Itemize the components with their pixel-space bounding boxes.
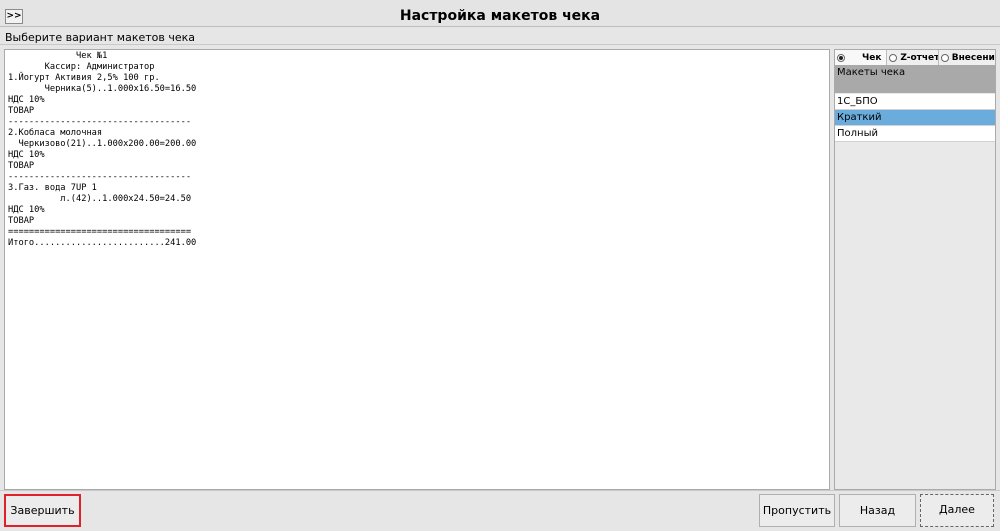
layout-list: 1С_БПО Краткий Полный [835, 94, 995, 142]
receipt-line: ТОВАР [8, 106, 35, 116]
list-item-short[interactable]: Краткий [835, 110, 995, 126]
radio-unchecked-icon [940, 53, 949, 62]
receipt-line: ТОВАР [8, 161, 35, 171]
list-item-1c-bpo[interactable]: 1С_БПО [835, 94, 995, 110]
radio-label: Чек [862, 52, 882, 63]
back-button[interactable]: Назад [839, 494, 916, 527]
receipt-line: НДС 10% [8, 95, 45, 105]
receipt-line: л.(42)..1.000x24.50=24.50 [8, 194, 192, 204]
radio-deposit[interactable]: Внесение [938, 50, 995, 65]
receipt-line: ----------------------------------- [8, 117, 192, 127]
title-bar: >> Настройка макетов чека [0, 0, 1000, 27]
page-title: Настройка макетов чека [399, 8, 601, 24]
receipt-text: Чек №1 Кассир: Администратор 1.Йогурт Ак… [5, 50, 829, 249]
receipt-line: 2.Кобласа молочная [8, 128, 103, 138]
receipt-line: =================================== [8, 227, 192, 237]
skip-button[interactable]: Пропустить [759, 494, 835, 527]
receipt-line: Чек №1 [8, 51, 108, 61]
finish-button[interactable]: Завершить [4, 494, 81, 527]
receipt-preview: Чек №1 Кассир: Администратор 1.Йогурт Ак… [4, 49, 830, 490]
next-button[interactable]: Далее [920, 494, 994, 527]
document-type-radio-group: Чек Z-отчет Внесение [835, 50, 995, 65]
list-item-full[interactable]: Полный [835, 126, 995, 142]
radio-checked-icon [837, 53, 845, 62]
radio-label: Внесение [951, 52, 995, 63]
receipt-line: Итого.........................241.00 [8, 238, 197, 248]
list-header: Макеты чека [835, 65, 995, 93]
layout-selector-panel: Чек Z-отчет Внесение Макеты чека 1С_БПО … [834, 49, 996, 490]
radio-unchecked-icon [889, 53, 898, 62]
receipt-line: Черника(5)..1.000x16.50=16.50 [8, 84, 197, 94]
divider [0, 44, 1000, 45]
bottom-toolbar: Завершить Пропустить Назад Далее [0, 490, 1000, 531]
receipt-line: 1.Йогурт Активия 2,5% 100 гр. [8, 73, 160, 83]
receipt-line: ТОВАР [8, 216, 35, 226]
receipt-line: 3.Газ. вода 7UP 1 [8, 183, 97, 193]
receipt-line: Кассир: Администратор [8, 62, 155, 72]
receipt-line: НДС 10% [8, 205, 45, 215]
receipt-line: НДС 10% [8, 150, 45, 160]
receipt-line: ----------------------------------- [8, 172, 192, 182]
radio-z-report[interactable]: Z-отчет [887, 50, 939, 65]
radio-receipt[interactable]: Чек [835, 50, 888, 65]
page-subtitle: Выберите вариант макетов чека [5, 31, 195, 44]
radio-label: Z-отчет [900, 52, 939, 63]
receipt-line: Черкизово(21)..1.000x200.00=200.00 [8, 139, 197, 149]
